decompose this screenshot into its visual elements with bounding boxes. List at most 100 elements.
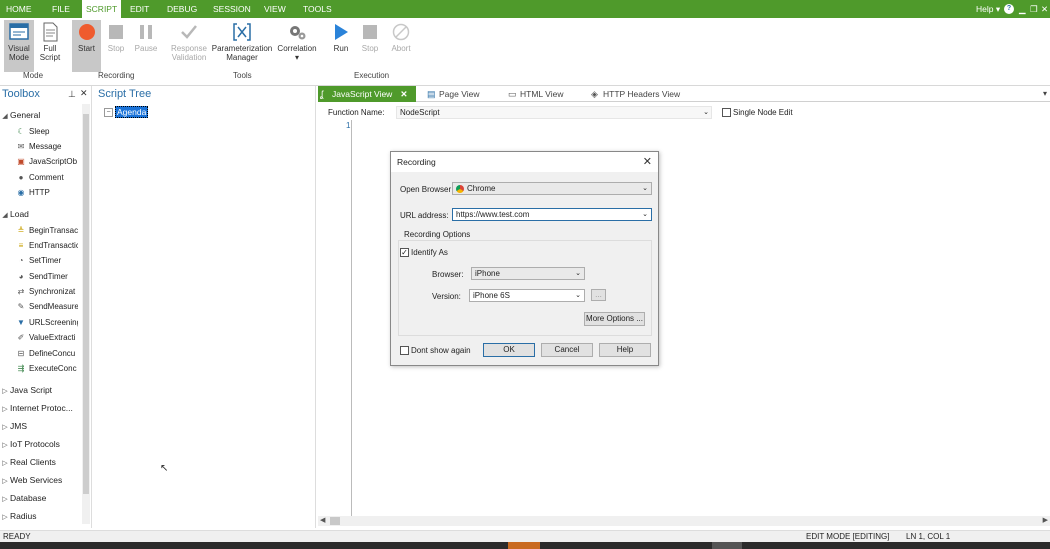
version-select[interactable]: iPhone 6S ⌄ [469,289,585,302]
pause-recording-button[interactable]: Pause [133,20,159,72]
start-recording-button[interactable]: Start [72,20,101,72]
menu-file[interactable]: FILE [48,0,74,18]
chevron-down-icon: ⌄ [703,109,709,116]
stop-execution-button[interactable]: Stop [358,20,382,72]
toolbox-section-javascript[interactable]: ▷ Java Script [0,383,80,397]
close-window-icon[interactable]: ✕ [1041,0,1048,18]
visual-mode-button[interactable]: Visual Mode [4,20,34,72]
menu-tools[interactable]: TOOLS [299,0,336,18]
toolbox-section-load[interactable]: ◢ Load [0,207,80,221]
menu-view[interactable]: VIEW [260,0,290,18]
tab-http-headers-view[interactable]: ◈ HTTP Headers View [589,86,689,102]
help-button[interactable]: Help [599,343,651,357]
scroll-right-icon[interactable]: ▶ [1043,516,1048,526]
function-name-select[interactable]: NodeScript ⌄ [396,106,712,119]
recording-group-label: Recording [98,71,135,80]
menu-edit[interactable]: EDIT [126,0,153,18]
section-label: Load [10,209,29,219]
tab-javascript-view[interactable]: ʆ JavaScript View ✕ [318,86,416,102]
correlation-label: Correlation [277,44,317,53]
scroll-thumb[interactable] [330,517,340,525]
toolbox-section-internet-protocols[interactable]: ▷ Internet Protoc... [0,401,80,415]
section-label: Internet Protoc... [10,403,73,413]
abort-button[interactable]: Abort [387,20,415,72]
response-validation-button[interactable]: Response Validation [168,20,210,72]
collapse-icon[interactable]: − [104,108,113,118]
chevron-down-icon: ⌄ [642,211,648,218]
toolbox-scrollbar[interactable] [82,104,90,524]
toolbox-item-endtransaction[interactable]: ≡ EndTransactic [16,239,78,253]
full-script-button[interactable]: Full Script [35,20,65,72]
stop-recording-button[interactable]: Stop [104,20,128,72]
toolbox-title: Toolbox [2,88,40,100]
menu-session[interactable]: SESSION [209,0,255,18]
more-options-button[interactable]: More Options ... [584,312,645,326]
toolbox-item-sleep[interactable]: ☾ Sleep [16,125,78,139]
toolbox-section-web-services[interactable]: ▷ Web Services [0,473,80,487]
minimize-icon[interactable]: ▁ [1019,0,1026,18]
menu-debug[interactable]: DEBUG [163,0,201,18]
toolbox-item-http[interactable]: ◉ HTTP [16,186,78,200]
toolbox-item-comment[interactable]: ● Comment [16,171,78,185]
taskbar-app-active[interactable] [508,542,540,549]
toolbox-item-javascriptobject[interactable]: ▣ JavaScriptOb [16,155,78,169]
run-button[interactable]: Run [329,20,353,72]
pause-icon [140,25,152,39]
toolbox-item-begintransaction[interactable]: ≜ BeginTransac [16,224,78,238]
tabs-dropdown-icon[interactable]: ▾ [1043,86,1047,102]
toolbox-item-sendmeasurement[interactable]: ✎ SendMeasure [16,300,78,314]
scroll-left-icon[interactable]: ◀ [320,516,325,526]
restore-icon[interactable]: ❐ [1030,0,1038,18]
close-icon[interactable]: ✕ [80,88,88,99]
toolbox-section-iot-protocols[interactable]: ▷ IoT Protocols [0,437,80,451]
tab-html-view[interactable]: ▭ HTML View [506,86,578,102]
close-icon[interactable]: ✕ [643,155,652,168]
function-name-label: Function Name: [328,108,385,117]
end-transaction-icon: ≡ [18,241,24,250]
ok-button[interactable]: OK [483,343,535,357]
toolbox-section-real-clients[interactable]: ▷ Real Clients [0,455,80,469]
toolbox-section-radius[interactable]: ▷ Radius [0,509,80,523]
section-label: Database [10,493,47,503]
checkmark-icon [181,25,197,39]
toolbox-scroll-thumb[interactable] [83,114,89,494]
tab-page-view[interactable]: ▤ Page View [425,86,495,102]
browse-button[interactable]: ... [591,289,606,301]
checkbox-icon [722,108,731,118]
browser-select[interactable]: iPhone ⌄ [471,267,585,280]
toolbox-item-sendtimer[interactable]: ◕ SendTimer [16,270,78,284]
cancel-button[interactable]: Cancel [541,343,593,357]
horizontal-scrollbar[interactable]: ◀ ▶ [318,516,1050,526]
toolbox-item-message[interactable]: ✉ Message [16,140,78,154]
help-menu[interactable]: Help ▾ [976,0,1000,18]
tree-node-agenda[interactable]: − Agenda [104,106,149,118]
url-address-input[interactable]: https://www.test.com ⌄ [452,208,652,221]
toolbox-item-settimer[interactable]: ◔ SetTimer [16,254,78,268]
menu-home[interactable]: HOME [2,0,36,18]
toolbox-section-general[interactable]: ◢ General [0,108,80,122]
menu-script[interactable]: SCRIPT [82,0,122,18]
open-browser-select[interactable]: Chrome ⌄ [452,182,652,195]
section-label: General [10,110,41,120]
close-tab-icon[interactable]: ✕ [400,89,407,99]
stop-label: Stop [107,44,125,53]
toolbox-section-jms[interactable]: ▷ JMS [0,419,80,433]
single-node-edit-checkbox[interactable]: Single Node Edit [722,108,793,118]
toolbox-item-defineconcurrent[interactable]: ⊟ DefineConcu [16,347,78,361]
toolbox-item-urlscreening[interactable]: ▼ URLScreening [16,316,78,330]
parameterization-manager-button[interactable]: Parameterization Manager [210,20,274,72]
taskbar-app[interactable] [712,542,742,549]
identify-as-label: Identify As [411,248,448,257]
toolbox-item-executeconcurrent[interactable]: ⇶ ExecuteConc [16,362,78,376]
toolbox-item-synchronization[interactable]: ⇄ Synchronizat [16,285,78,299]
dont-show-again-checkbox[interactable]: Dont show again [400,346,471,356]
open-browser-label: Open Browser [400,185,452,194]
tab-label: Page View [439,89,480,99]
toolbox-section-database[interactable]: ▷ Database [0,491,80,505]
identify-as-checkbox[interactable]: ✓ Identify As [400,248,448,258]
info-icon[interactable]: ? [1004,4,1014,14]
toolbox-item-valueextraction[interactable]: ✐ ValueExtracti [16,331,78,345]
correlation-button[interactable]: Correlation ▾ [275,20,319,72]
gear-icon [290,26,306,40]
pin-icon[interactable]: ⊥ [68,89,76,100]
